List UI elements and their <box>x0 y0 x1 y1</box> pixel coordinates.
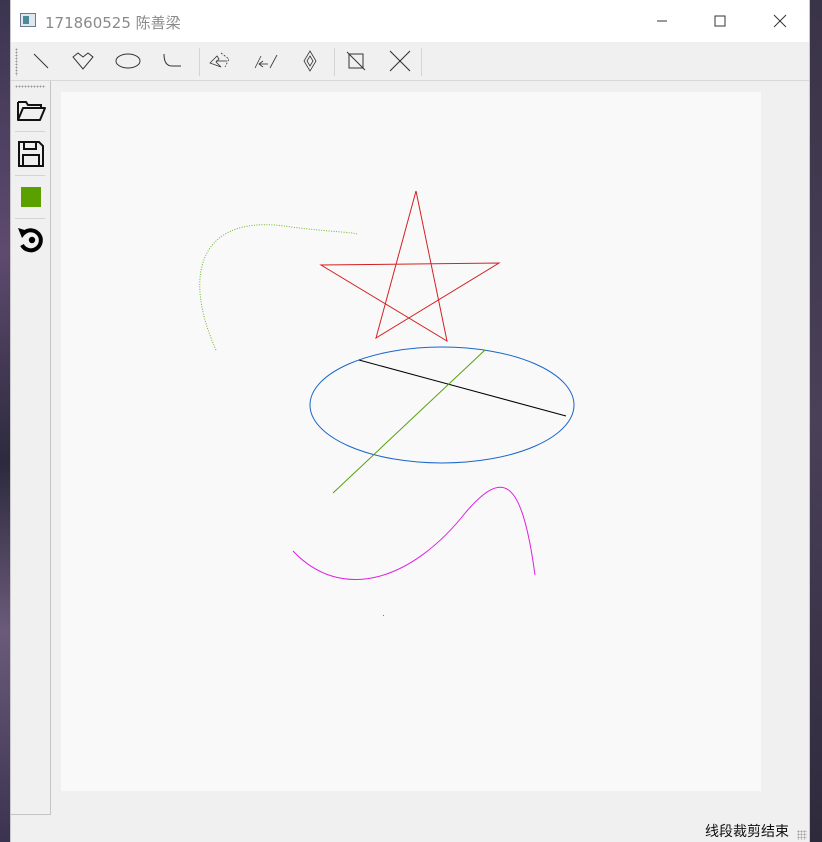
save-file-button[interactable] <box>13 135 49 173</box>
ellipse-icon <box>115 53 141 69</box>
rotate-icon <box>254 54 278 69</box>
reset-button[interactable] <box>13 221 49 259</box>
window-title: 171860525 陈善梁 <box>45 14 181 32</box>
curve-icon <box>163 53 181 67</box>
save-icon <box>18 141 44 167</box>
canvas-drawing <box>199 190 575 616</box>
side-toolbar-grip[interactable] <box>15 85 45 88</box>
sidebar-separator <box>15 218 45 219</box>
app-icon <box>20 13 36 27</box>
folder-open-icon <box>17 101 46 121</box>
rotate-tool[interactable] <box>250 46 282 76</box>
dotted-curve <box>199 224 358 351</box>
color-picker-button[interactable] <box>13 178 49 216</box>
resize-grip[interactable] <box>797 830 807 840</box>
open-file-button[interactable] <box>13 91 49 129</box>
clip-tool[interactable] <box>340 46 372 76</box>
small-dot <box>383 615 384 616</box>
toolbar-separator <box>421 48 422 76</box>
translate-tool[interactable] <box>205 46 237 76</box>
sidebar-separator <box>15 131 45 132</box>
curve-tool[interactable] <box>156 46 188 76</box>
close-icon <box>773 14 787 28</box>
delete-tool[interactable] <box>384 46 416 76</box>
app-window: 171860525 陈善梁 线段裁剪结束 <box>10 0 810 842</box>
toolbar-separator <box>199 48 200 76</box>
reset-icon <box>18 228 43 253</box>
line-tool[interactable] <box>25 46 57 76</box>
minimize-button[interactable] <box>633 0 691 42</box>
scale-tool[interactable] <box>294 46 326 76</box>
close-button[interactable] <box>751 0 809 42</box>
title-bar[interactable]: 171860525 陈善梁 <box>11 0 809 42</box>
maximize-button[interactable] <box>691 0 749 42</box>
delete-icon <box>389 50 411 72</box>
line-icon <box>33 53 49 69</box>
color-swatch-icon <box>21 187 41 207</box>
toolbar-grip[interactable] <box>15 48 18 76</box>
status-text: 线段裁剪结束 <box>705 824 789 840</box>
toolbar <box>11 42 809 81</box>
status-bar: 线段裁剪结束 <box>11 815 809 842</box>
polygon-tool[interactable] <box>67 46 99 76</box>
maximize-icon <box>714 15 726 27</box>
toolbar-separator <box>334 48 335 76</box>
drawing-canvas[interactable] <box>61 92 761 791</box>
star-shape <box>319 190 501 343</box>
clip-icon <box>346 51 366 71</box>
desktop-background <box>0 0 10 842</box>
black-line <box>358 359 567 417</box>
sidebar-separator <box>15 175 45 176</box>
green-line <box>332 349 486 494</box>
ellipse-tool[interactable] <box>112 46 144 76</box>
desktop-background-right <box>810 0 822 842</box>
ellipse-shape <box>309 346 575 464</box>
scale-icon <box>303 50 317 72</box>
side-toolbar <box>11 81 51 815</box>
translate-icon <box>209 52 230 68</box>
polygon-icon <box>72 52 94 70</box>
magenta-curve <box>292 486 536 581</box>
minimize-icon <box>657 20 667 22</box>
